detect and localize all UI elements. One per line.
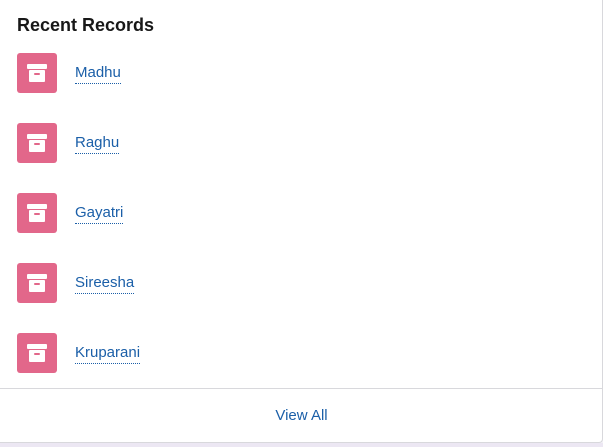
view-all-link[interactable]: View All — [0, 406, 603, 426]
page-background-strip — [0, 443, 603, 447]
record-link-raghu[interactable]: Raghu — [75, 133, 120, 154]
footer-divider — [0, 388, 603, 389]
archive-box-icon — [17, 123, 57, 163]
record-link-gayatri[interactable]: Gayatri — [75, 203, 124, 224]
archive-box-icon — [17, 263, 57, 303]
record-link-sireesha[interactable]: Sireesha — [75, 273, 135, 294]
archive-box-icon — [17, 193, 57, 233]
list-item: Madhu — [0, 52, 602, 122]
card-title: Recent Records — [17, 15, 155, 35]
list-item: Raghu — [0, 122, 602, 192]
list-item: Gayatri — [0, 192, 602, 262]
list-item: Kruparani — [0, 332, 602, 402]
list-item: Sireesha — [0, 262, 602, 332]
archive-box-icon — [17, 53, 57, 93]
record-link-madhu[interactable]: Madhu — [75, 63, 121, 84]
record-link-kruparani[interactable]: Kruparani — [75, 343, 141, 364]
recent-records-card: Recent Records Madhu Raghu Gayatri Siree… — [0, 0, 603, 443]
record-list: Madhu Raghu Gayatri Sireesha Kruparani — [0, 52, 602, 402]
archive-box-icon — [17, 333, 57, 373]
